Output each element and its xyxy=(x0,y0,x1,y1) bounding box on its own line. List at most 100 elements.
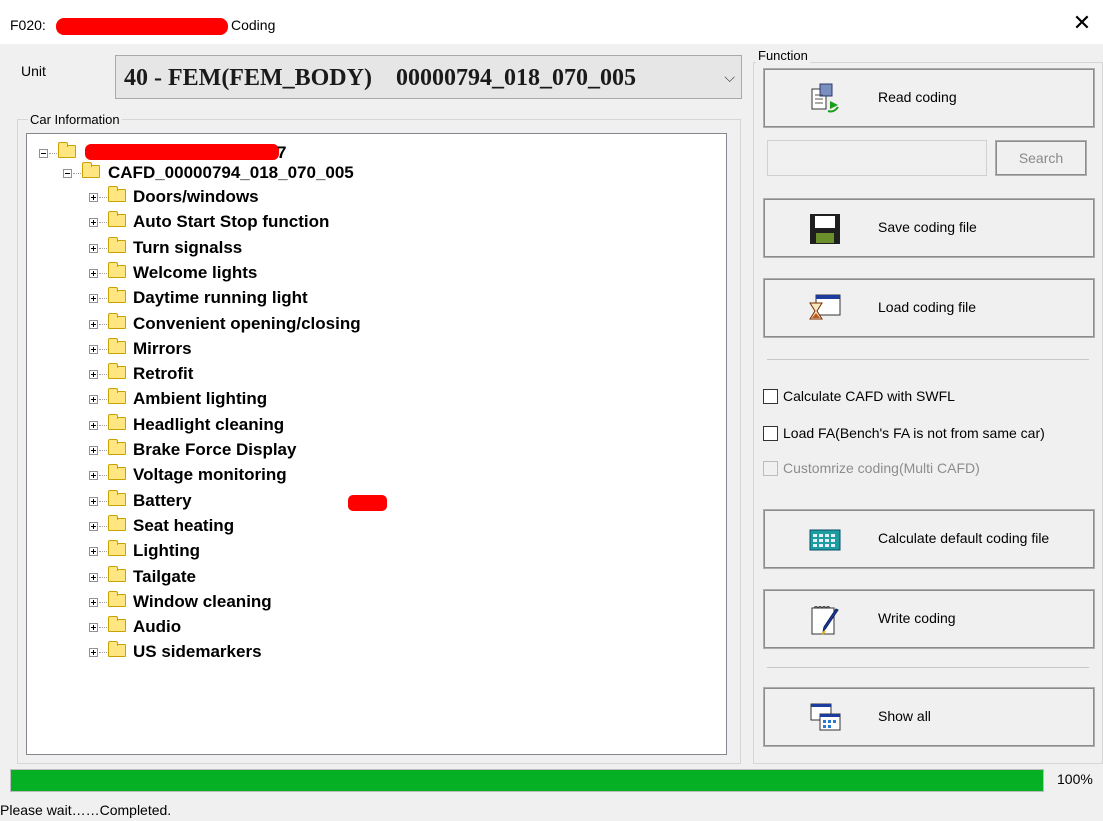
tree-item[interactable]: Tailgate xyxy=(27,565,527,588)
tree-item[interactable]: Retrofit xyxy=(27,363,527,385)
tree-item[interactable]: Brake Force Display xyxy=(27,439,527,461)
unit-dropdown[interactable]: 40 - FEM(FEM_BODY) 00000794_018_070_005 … xyxy=(115,55,742,99)
folder-icon xyxy=(108,363,126,380)
tree-cafd-node[interactable]: CAFD_00000794_018_070_005 xyxy=(27,162,527,184)
tree-root-node[interactable]: 7 xyxy=(27,142,427,164)
expand-icon[interactable] xyxy=(89,370,98,380)
progress-fill xyxy=(11,770,1043,791)
tree-item-label: Window cleaning xyxy=(133,591,272,611)
folder-icon xyxy=(108,514,126,531)
tree-item[interactable]: Turn signalss xyxy=(27,236,527,259)
read-coding-label: Read coding xyxy=(878,89,957,105)
folder-icon xyxy=(108,464,126,481)
collapse-icon[interactable] xyxy=(39,149,48,158)
folder-icon xyxy=(108,388,126,405)
tree-item-label: Seat heating xyxy=(133,515,235,535)
car-information-title: Car Information xyxy=(28,112,122,127)
show-all-button[interactable]: Show all xyxy=(763,687,1095,747)
tree-item-label: Battery xyxy=(133,490,192,510)
expand-icon[interactable] xyxy=(89,420,98,430)
expand-icon[interactable] xyxy=(89,648,98,658)
folder-icon xyxy=(108,211,126,228)
expand-icon[interactable] xyxy=(89,521,98,531)
expand-icon[interactable] xyxy=(89,193,98,202)
folder-icon xyxy=(108,287,126,304)
collapse-icon[interactable] xyxy=(63,169,72,178)
tree-item[interactable]: Daytime running light xyxy=(27,287,527,309)
checkbox-box[interactable] xyxy=(763,389,778,404)
folder-icon xyxy=(108,236,126,253)
folder-icon xyxy=(108,616,126,633)
checkbox-box[interactable] xyxy=(763,426,778,441)
write-coding-button[interactable]: Write coding xyxy=(763,589,1095,649)
tree-item-label: Retrofit xyxy=(133,364,194,384)
expand-icon[interactable] xyxy=(89,218,98,228)
status-text: Please wait……Completed. xyxy=(0,802,172,818)
tree-item[interactable]: Welcome lights xyxy=(27,261,527,284)
calculate-default-coding-button[interactable]: Calculate default coding file xyxy=(763,509,1095,569)
close-button[interactable]: ✕ xyxy=(1069,10,1095,36)
tree-item-label: Headlight cleaning xyxy=(133,414,285,434)
read-coding-button[interactable]: Read coding xyxy=(763,68,1095,128)
tree-item[interactable]: Battery xyxy=(27,489,527,512)
tree-root-label: 7 xyxy=(277,143,287,162)
tree-item[interactable]: US sidemarkers xyxy=(27,641,527,663)
expand-icon[interactable] xyxy=(89,446,98,455)
tree-item-label: Brake Force Display xyxy=(133,440,297,459)
expand-icon[interactable] xyxy=(89,294,98,304)
tree-item[interactable]: Window cleaning xyxy=(27,590,527,613)
tree-item[interactable]: Doors/windows xyxy=(27,186,527,208)
search-button[interactable]: Search xyxy=(995,140,1087,176)
load-fa-label: Load FA(Bench's FA is not from same car) xyxy=(783,425,1045,441)
tree-item[interactable]: Ambient lighting xyxy=(27,388,527,410)
search-input[interactable] xyxy=(767,140,987,176)
tree-item[interactable]: Lighting xyxy=(27,540,527,562)
expand-icon[interactable] xyxy=(89,597,98,607)
tree-item-label: Convenient opening/closing xyxy=(133,313,361,333)
tree-item-label: Daytime running light xyxy=(133,288,308,308)
tree-item-label: Turn signalss xyxy=(133,237,243,257)
tree-item[interactable]: Convenient opening/closing xyxy=(27,312,527,335)
expand-icon[interactable] xyxy=(89,496,98,506)
tree-item[interactable]: Seat heating xyxy=(27,514,527,537)
customize-coding-label: Customrize coding(Multi CAFD) xyxy=(783,460,980,476)
expand-icon[interactable] xyxy=(89,344,98,354)
tree-item[interactable]: Voltage monitoring xyxy=(27,464,527,486)
expand-icon[interactable] xyxy=(89,268,98,278)
expand-icon[interactable] xyxy=(89,243,98,253)
calculate-default-coding-label: Calculate default coding file xyxy=(878,530,1050,546)
expand-icon[interactable] xyxy=(89,319,98,329)
expand-icon[interactable] xyxy=(89,572,98,582)
tree-item[interactable]: Audio xyxy=(27,616,527,638)
floppy-disk-icon xyxy=(810,214,840,244)
coding-window: F020: Coding ✕ Unit 40 - FEM(FEM_BODY) 0… xyxy=(0,0,1103,821)
folder-icon xyxy=(108,590,126,607)
read-coding-icon xyxy=(811,83,839,113)
folder-icon xyxy=(108,565,126,582)
show-all-label: Show all xyxy=(878,708,931,724)
redacted-mark xyxy=(348,495,387,511)
expand-icon[interactable] xyxy=(89,471,98,481)
title-bar: F020: Coding ✕ xyxy=(0,0,1103,44)
separator-1 xyxy=(767,359,1089,360)
expand-icon[interactable] xyxy=(89,547,98,557)
tree-item-label: Audio xyxy=(133,617,182,637)
save-coding-file-button[interactable]: Save coding file xyxy=(763,198,1095,258)
save-coding-file-label: Save coding file xyxy=(878,219,977,235)
folder-icon xyxy=(108,641,126,658)
tree-item[interactable]: Auto Start Stop function xyxy=(27,211,527,233)
tree-item[interactable]: Mirrors xyxy=(27,337,527,360)
progress-percent: 100% xyxy=(1057,771,1093,787)
redacted-vehicle-id xyxy=(85,144,279,160)
car-info-tree[interactable]: 7 CAFD_00000794_018_070_005 Doors/window… xyxy=(26,133,727,755)
expand-icon[interactable] xyxy=(89,395,98,405)
tree-item-label: Welcome lights xyxy=(133,262,258,282)
expand-icon[interactable] xyxy=(89,623,98,633)
tree-item-label: Mirrors xyxy=(133,338,192,358)
tree-item-label: Doors/windows xyxy=(133,187,259,206)
unit-selected-value: 40 - FEM(FEM_BODY) 00000794_018_070_005 xyxy=(124,65,636,91)
notepad-pen-icon xyxy=(811,606,839,635)
tree-item[interactable]: Headlight cleaning xyxy=(27,413,527,436)
load-coding-file-button[interactable]: Load coding file xyxy=(763,278,1095,338)
tree-item-label: Tailgate xyxy=(133,566,196,586)
